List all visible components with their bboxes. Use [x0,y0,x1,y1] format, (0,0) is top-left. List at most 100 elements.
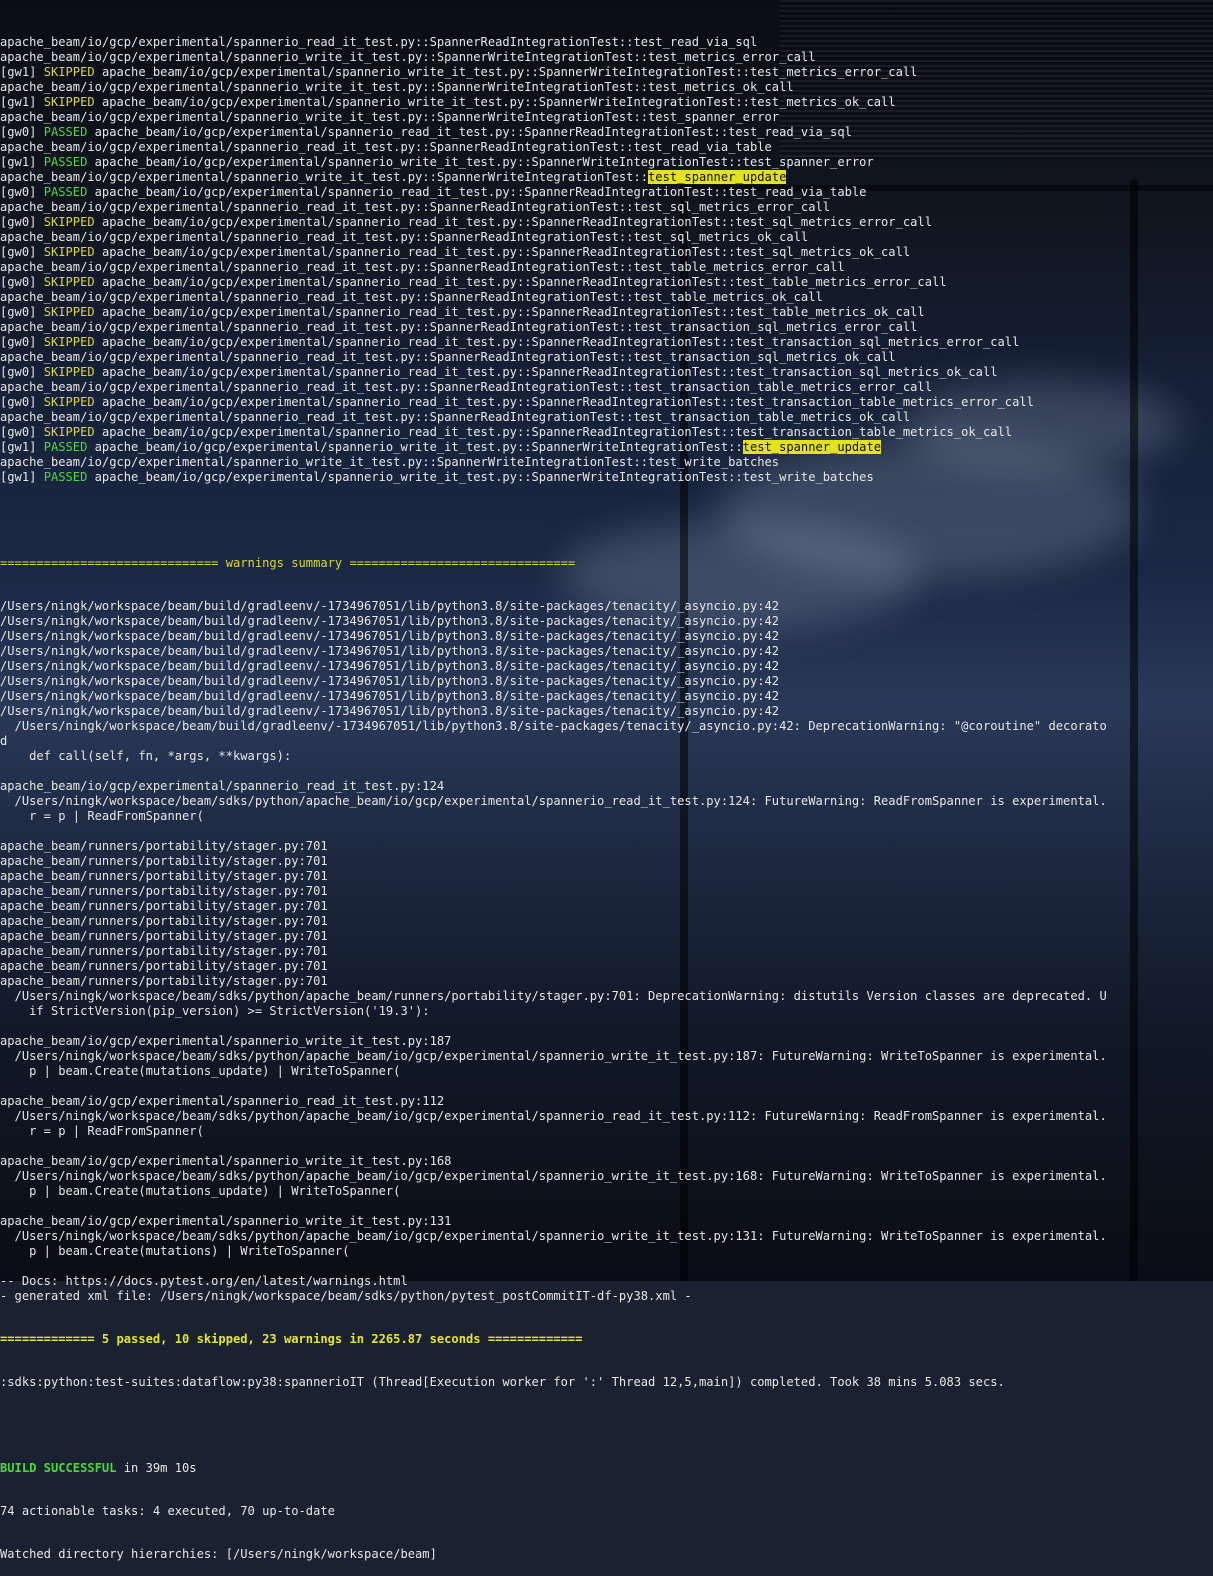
passed-status: PASSED [43,155,88,169]
actionable-tasks-line: 74 actionable tasks: 4 executed, 70 up-t… [0,1504,335,1518]
worker-tag: [gw0] [0,395,44,409]
warning-line: apache_beam/io/gcp/experimental/spanneri… [0,1094,445,1108]
test-path: apache_beam/io/gcp/experimental/spanneri… [94,185,729,199]
skipped-status: SKIPPED [43,65,95,79]
warning-line: /Users/ningk/workspace/beam/build/gradle… [0,704,780,718]
worker-tag: [gw1] [0,440,44,454]
test-name: test_sql_metrics_ok_call [735,245,911,259]
skipped-status: SKIPPED [43,215,95,229]
test-result-line: apache_beam/io/gcp/experimental/spanneri… [0,290,1213,305]
test-path: apache_beam/io/gcp/experimental/spanneri… [101,275,736,289]
test-path: apache_beam/io/gcp/experimental/spanneri… [101,335,736,349]
warning-line: /Users/ningk/workspace/beam/sdks/python/… [0,1229,1107,1243]
passed-status: PASSED [43,470,88,484]
build-status: BUILD SUCCESSFUL [0,1461,117,1475]
test-path: apache_beam/io/gcp/experimental/spanneri… [0,35,634,49]
test-result-line: apache_beam/io/gcp/experimental/spanneri… [0,260,1213,275]
worker-tag: [gw0] [0,125,44,139]
test-name: test_sql_metrics_ok_call [633,230,809,244]
warning-line: /Users/ningk/workspace/beam/sdks/python/… [0,989,1107,1003]
worker-tag: [gw0] [0,305,44,319]
test-result-line: apache_beam/io/gcp/experimental/spanneri… [0,320,1213,335]
warning-line: /Users/ningk/workspace/beam/build/gradle… [0,614,780,628]
warning-line: apache_beam/runners/portability/stager.p… [0,914,328,928]
test-name: test_transaction_sql_metrics_error_call [633,320,918,334]
warning-line: /Users/ningk/workspace/beam/build/gradle… [0,599,780,613]
test-result-line: apache_beam/io/gcp/experimental/spanneri… [0,110,1213,125]
skipped-status: SKIPPED [43,95,95,109]
test-path: apache_beam/io/gcp/experimental/spanneri… [101,65,750,79]
test-result-line: [gw1] PASSED apache_beam/io/gcp/experime… [0,440,1213,455]
warning-line: -- Docs: https://docs.pytest.org/en/late… [0,1274,408,1288]
warning-line: apache_beam/io/gcp/experimental/spanneri… [0,1034,452,1048]
test-result-line: [gw1] PASSED apache_beam/io/gcp/experime… [0,155,1213,170]
worker-tag: [gw1] [0,470,44,484]
test-result-line: [gw0] SKIPPED apache_beam/io/gcp/experim… [0,305,1213,320]
test-result-line: [gw0] SKIPPED apache_beam/io/gcp/experim… [0,215,1213,230]
test-path: apache_beam/io/gcp/experimental/spanneri… [101,215,736,229]
test-path: apache_beam/io/gcp/experimental/spanneri… [94,125,729,139]
test-result-line: [gw1] PASSED apache_beam/io/gcp/experime… [0,470,1213,485]
test-summary-line: ============= 5 passed, 10 skipped, 23 w… [0,1332,583,1346]
warning-line: p | beam.Create(mutations) | WriteToSpan… [0,1244,350,1258]
passed-status: PASSED [43,440,88,454]
test-name: test_table_metrics_error_call [633,260,845,274]
worker-tag: [gw0] [0,275,44,289]
skipped-status: SKIPPED [43,275,95,289]
test-name: test_write_batches [742,470,874,484]
worker-tag: [gw1] [0,155,44,169]
warning-line: /Users/ningk/workspace/beam/sdks/python/… [0,1049,1107,1063]
test-result-line: apache_beam/io/gcp/experimental/spanneri… [0,410,1213,425]
test-result-line: [gw0] SKIPPED apache_beam/io/gcp/experim… [0,335,1213,350]
warning-line: apache_beam/runners/portability/stager.p… [0,944,328,958]
warning-line: apache_beam/runners/portability/stager.p… [0,839,328,853]
warning-line: - generated xml file: /Users/ningk/works… [0,1289,692,1303]
test-path: apache_beam/io/gcp/experimental/spanneri… [94,470,743,484]
test-path: apache_beam/io/gcp/experimental/spanneri… [0,50,649,64]
test-name: test_sql_metrics_error_call [735,215,932,229]
test-result-line: [gw0] SKIPPED apache_beam/io/gcp/experim… [0,365,1213,380]
highlighted-test-name: test_spanner_update [648,170,787,184]
test-result-line: [gw0] SKIPPED apache_beam/io/gcp/experim… [0,395,1213,410]
test-path: apache_beam/io/gcp/experimental/spanneri… [101,425,736,439]
test-result-line: apache_beam/io/gcp/experimental/spanneri… [0,200,1213,215]
test-path: apache_beam/io/gcp/experimental/spanneri… [101,365,736,379]
test-result-line: [gw0] SKIPPED apache_beam/io/gcp/experim… [0,245,1213,260]
test-path: apache_beam/io/gcp/experimental/spanneri… [94,155,743,169]
warning-line: def call(self, fn, *args, **kwargs): [0,749,292,763]
worker-tag: [gw1] [0,95,44,109]
test-path: apache_beam/io/gcp/experimental/spanneri… [0,455,649,469]
worker-tag: [gw0] [0,215,44,229]
worker-tag: [gw0] [0,185,44,199]
passed-status: PASSED [43,185,88,199]
worker-tag: [gw0] [0,365,44,379]
terminal-output[interactable]: apache_beam/io/gcp/experimental/spanneri… [0,7,1213,1576]
test-name: test_table_metrics_ok_call [735,305,925,319]
warning-line: apache_beam/runners/portability/stager.p… [0,959,328,973]
test-name: test_transaction_table_metrics_ok_call [735,425,1013,439]
test-result-line: [gw0] SKIPPED apache_beam/io/gcp/experim… [0,275,1213,290]
test-name: test_metrics_error_call [648,50,816,64]
warnings-summary-header: ============================== warnings … [0,556,576,570]
test-result-line: [gw0] PASSED apache_beam/io/gcp/experime… [0,185,1213,200]
test-result-list: apache_beam/io/gcp/experimental/spanneri… [0,35,1213,485]
warning-line: /Users/ningk/workspace/beam/build/gradle… [0,659,780,673]
warning-line: /Users/ningk/workspace/beam/sdks/python/… [0,1109,1107,1123]
test-result-line: apache_beam/io/gcp/experimental/spanneri… [0,80,1213,95]
test-name: test_transaction_sql_metrics_ok_call [735,365,998,379]
test-path: apache_beam/io/gcp/experimental/spanneri… [0,170,649,184]
test-name: test_sql_metrics_error_call [633,200,831,214]
test-path: apache_beam/io/gcp/experimental/spanneri… [101,95,750,109]
test-name: test_transaction_table_metrics_error_cal… [735,395,1034,409]
warning-line: r = p | ReadFromSpanner( [0,809,204,823]
warning-line: apache_beam/runners/portability/stager.p… [0,899,328,913]
warning-line: p | beam.Create(mutations_update) | Writ… [0,1064,401,1078]
warning-line: apache_beam/io/gcp/experimental/spanneri… [0,1154,452,1168]
